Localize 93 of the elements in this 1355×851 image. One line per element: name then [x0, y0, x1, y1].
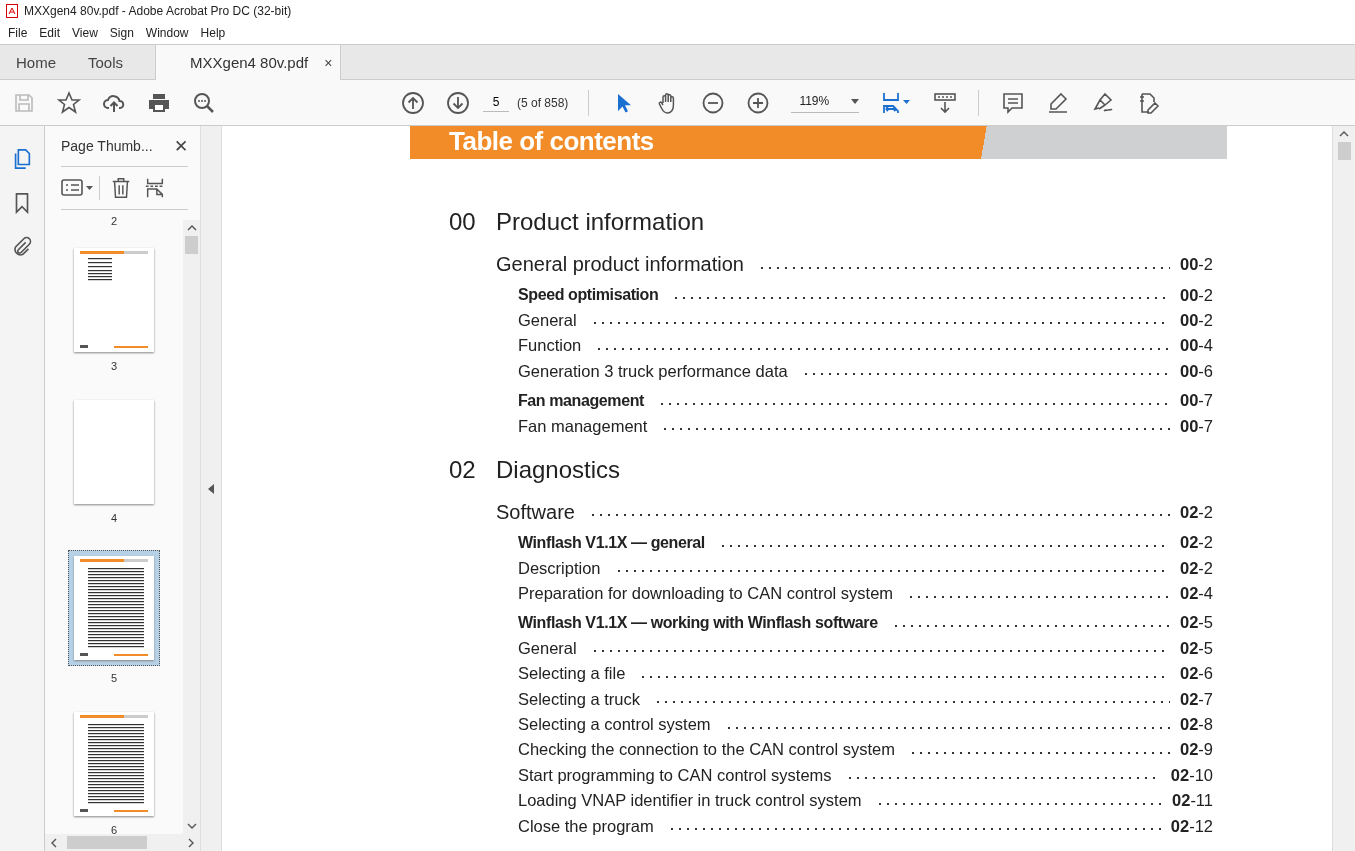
page-reference: 02-2 — [1179, 502, 1213, 522]
toc-entry[interactable]: Selecting a file — [518, 664, 626, 684]
menu-item[interactable]: Sign — [103, 26, 140, 40]
toc-entry[interactable]: Close the program — [518, 816, 654, 836]
section-number: 00 — [448, 208, 477, 236]
page-thumbnail[interactable] — [72, 398, 156, 506]
page-reference: 02-12 — [1170, 816, 1213, 836]
page-reference: 02-5 — [1179, 613, 1213, 633]
scroll-up-icon[interactable] — [1339, 131, 1349, 137]
options-icon[interactable] — [61, 177, 95, 199]
scroll-left-icon[interactable] — [51, 837, 57, 848]
section-number: 02 — [448, 455, 477, 484]
menu-item[interactable]: View — [66, 26, 104, 40]
page-thumbnail[interactable] — [68, 550, 160, 666]
zoom-dropdown[interactable]: 119% — [791, 92, 860, 113]
close-icon[interactable]: × — [324, 54, 333, 71]
page-reference: 00-2 — [1179, 310, 1213, 330]
scrollbar-thumb[interactable] — [1337, 142, 1351, 160]
page-reference: 00-6 — [1179, 361, 1213, 381]
search-icon[interactable] — [192, 90, 216, 115]
scrollbar-thumb[interactable] — [67, 836, 147, 849]
paperclip-icon[interactable] — [11, 236, 33, 258]
tab[interactable]: Home — [0, 45, 72, 79]
panel-title: Page Thumb... — [61, 138, 153, 154]
menu-item[interactable]: Edit — [33, 26, 67, 40]
page-reference: 02-5 — [1179, 638, 1213, 658]
page-label: 6 — [110, 823, 118, 834]
close-icon[interactable]: ✕ — [174, 135, 188, 157]
page-reference: 02-6 — [1179, 664, 1213, 684]
toc-entry[interactable]: Fan management — [518, 416, 648, 436]
toc-entry[interactable]: Start programming to CAN control systems — [518, 765, 832, 785]
menu-item[interactable]: Help — [194, 26, 232, 40]
collapse-arrow-icon[interactable] — [208, 483, 214, 494]
arrow-down-circle-icon[interactable] — [446, 90, 470, 115]
page-number-field[interactable]: 5 — [483, 93, 509, 112]
toc-entry[interactable]: Winflash V1.1X — general — [518, 533, 705, 552]
page-reference: 02-9 — [1179, 740, 1213, 760]
page-thumbnail[interactable] — [72, 710, 156, 818]
comment-icon[interactable] — [1001, 90, 1026, 115]
tab[interactable]: MXXgen4 80v.pdf × — [155, 45, 342, 80]
page-label: 3 — [110, 359, 118, 373]
section-title: Product information — [496, 208, 705, 236]
page-reference: 02-11 — [1172, 791, 1213, 811]
caret-icon[interactable] — [851, 98, 860, 104]
page-reference: 02-2 — [1179, 558, 1213, 578]
pdf-file-icon — [6, 4, 18, 18]
toc-entry[interactable]: Function — [518, 336, 582, 356]
toc-entry[interactable]: Speed optimisation — [518, 286, 659, 305]
header-banner: Table of contents — [410, 126, 1227, 159]
toc-entry[interactable]: Generation 3 truck performance data — [518, 361, 788, 381]
toc-entry[interactable]: Software — [496, 500, 575, 524]
page-reference: 02-8 — [1179, 715, 1213, 735]
scroll-down-icon[interactable] — [186, 823, 197, 829]
zoom-out-icon[interactable] — [701, 90, 726, 115]
toc-entry[interactable]: Winflash V1.1X — working with Winflash software — [518, 614, 878, 632]
page-reference: 02-7 — [1179, 689, 1213, 709]
window-title: MXXgen4 80v.pdf - Adobe Acrobat Pro DC (32-bit) — [24, 4, 292, 18]
scroll-mode-icon[interactable] — [933, 90, 958, 115]
toc-entry[interactable]: Fan management — [518, 391, 644, 410]
page-label: 4 — [110, 511, 118, 525]
tab[interactable]: Tools — [72, 45, 140, 79]
toc-entry[interactable]: Description — [518, 558, 601, 578]
zoom-in-icon[interactable] — [746, 90, 771, 115]
page-reference: 00-7 — [1179, 416, 1213, 436]
scroll-up-icon[interactable] — [186, 225, 197, 231]
toc-entry[interactable]: Selecting a control system — [518, 715, 711, 735]
arrow-up-circle-icon[interactable] — [401, 90, 425, 115]
page-count: (5 of 858) — [517, 95, 569, 110]
page-extract-icon[interactable] — [144, 177, 166, 199]
page-thumbnail[interactable] — [72, 246, 156, 354]
page-reference: 00-2 — [1179, 285, 1213, 305]
toc-entry[interactable]: General product information — [496, 253, 744, 277]
section-title: Diagnostics — [496, 455, 621, 484]
page-reference: 02-2 — [1179, 533, 1213, 553]
toc-entry[interactable]: General — [518, 310, 577, 330]
toc-entry[interactable]: Selecting a truck — [518, 689, 640, 709]
page-reference: 00-7 — [1179, 391, 1213, 411]
toc-entry[interactable]: General — [518, 638, 577, 658]
menu-item[interactable]: Window — [139, 26, 195, 40]
page-reference: 02-4 — [1179, 584, 1213, 604]
page-reference: 00-2 — [1179, 255, 1213, 275]
page-reference: 00-4 — [1179, 336, 1213, 356]
menu-item[interactable]: File — [2, 26, 34, 40]
trash-icon[interactable] — [110, 177, 132, 199]
scrollbar-thumb[interactable] — [185, 236, 198, 254]
page-reference: 02-10 — [1170, 765, 1213, 785]
scroll-right-icon[interactable] — [188, 837, 194, 848]
page-label: 5 — [110, 671, 118, 685]
page-label: 2 — [110, 214, 118, 228]
toc-entry[interactable]: Checking the connection to the CAN control system — [518, 740, 895, 760]
toc-entry[interactable]: Preparation for downloading to CAN control system — [518, 584, 894, 604]
toc-entry[interactable]: Loading VNAP identifier in truck control system — [518, 791, 862, 811]
star-icon[interactable] — [57, 90, 81, 115]
